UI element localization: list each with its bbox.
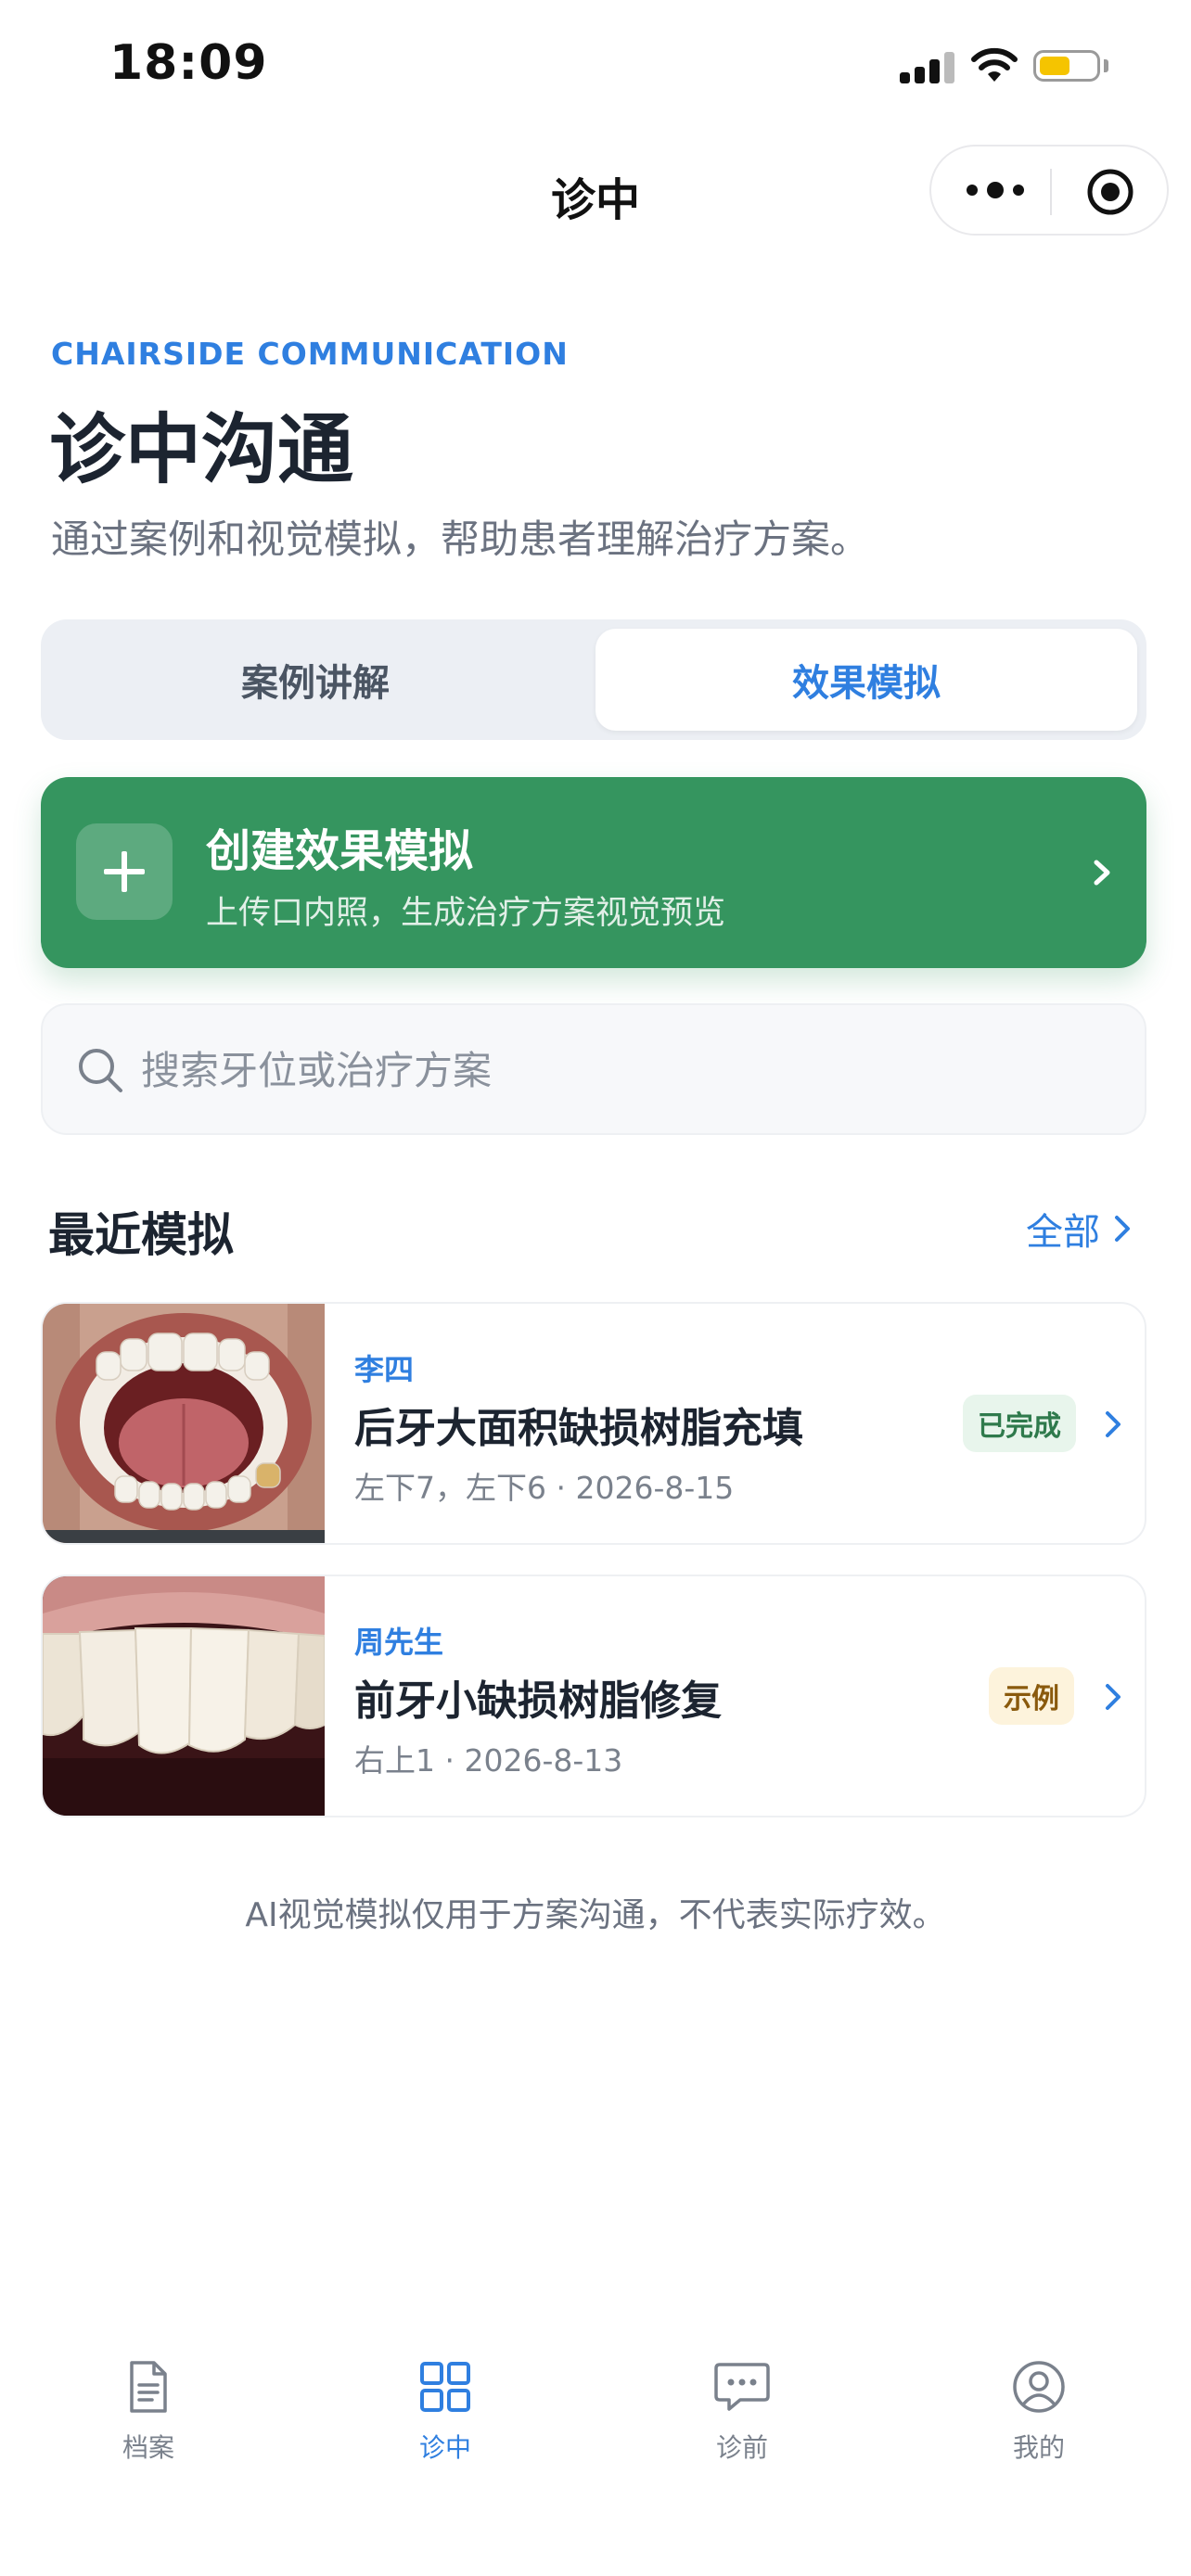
wifi-icon bbox=[971, 47, 1018, 82]
search-icon bbox=[79, 1049, 122, 1092]
see-all-link[interactable]: 全部 bbox=[1026, 1202, 1133, 1256]
status-time: 18:09 bbox=[109, 35, 268, 91]
bottom-tab-bar: 档案 诊中 诊前 我的 bbox=[0, 2327, 1191, 2576]
simulation-list-item[interactable]: 周先生 前牙小缺损树脂修复 右上1 · 2026-8-13 示例 bbox=[41, 1575, 1146, 1817]
search-input[interactable] bbox=[141, 1033, 1106, 1107]
create-simulation-title: 创建效果模拟 bbox=[206, 825, 474, 877]
tab-pre-visit[interactable]: 诊前 bbox=[649, 2359, 835, 2465]
chevron-right-icon bbox=[1115, 1216, 1130, 1242]
tab-effect-simulation[interactable]: 效果模拟 bbox=[596, 629, 1137, 731]
user-icon bbox=[1013, 2361, 1065, 2413]
page-title: 诊中沟通 bbox=[49, 406, 354, 494]
battery-level bbox=[1040, 57, 1069, 75]
document-icon bbox=[130, 2361, 167, 2413]
eyebrow-label: CHAIRSIDE COMMUNICATION bbox=[51, 336, 569, 372]
page-subtitle: 通过案例和视觉模拟，帮助患者理解治疗方案。 bbox=[51, 516, 870, 562]
simulation-title: 后牙大面积缺损树脂充填 bbox=[354, 1405, 803, 1452]
chevron-right-icon bbox=[1106, 1411, 1121, 1437]
capsule-divider bbox=[1050, 169, 1052, 215]
simulation-title: 前牙小缺损树脂修复 bbox=[354, 1677, 722, 1725]
disclaimer-text: AI视觉模拟仅用于方案沟通，不代表实际疗效。 bbox=[245, 1896, 946, 1934]
battery-icon bbox=[1033, 50, 1100, 82]
segmented-control: 案例讲解 效果模拟 bbox=[41, 619, 1146, 740]
open-mouth-photo-thumbnail bbox=[43, 1304, 325, 1543]
simulation-meta: 右上1 · 2026-8-13 bbox=[354, 1742, 623, 1779]
simulation-meta: 左下7，左下6 · 2026-8-15 bbox=[354, 1470, 735, 1506]
tab-case-explanation[interactable]: 案例讲解 bbox=[50, 629, 581, 731]
status-bar: 18:09 bbox=[0, 0, 1191, 130]
tab-label: 诊前 bbox=[715, 2432, 768, 2463]
search-bar bbox=[41, 1003, 1146, 1135]
plus-icon bbox=[76, 823, 173, 920]
grid-icon bbox=[420, 2362, 470, 2412]
more-icon[interactable] bbox=[967, 176, 1024, 204]
tab-label: 档案 bbox=[122, 2432, 174, 2463]
front-teeth-photo-thumbnail bbox=[43, 1576, 325, 1816]
create-simulation-card[interactable]: 创建效果模拟 上传口内照，生成治疗方案视觉预览 bbox=[41, 777, 1146, 968]
close-target-icon[interactable] bbox=[1085, 167, 1135, 217]
tab-label: 诊中 bbox=[418, 2432, 471, 2463]
cellular-signal-icon bbox=[900, 52, 954, 83]
simulation-list-item[interactable]: 李四 后牙大面积缺损树脂充填 左下7，左下6 · 2026-8-15 已完成 bbox=[41, 1302, 1146, 1545]
tab-label: 我的 bbox=[1012, 2432, 1065, 2463]
patient-name: 周先生 bbox=[354, 1625, 444, 1660]
tab-chairside[interactable]: 诊中 bbox=[352, 2359, 538, 2465]
chevron-right-icon bbox=[1094, 860, 1110, 886]
chat-icon bbox=[714, 2363, 770, 2411]
chevron-right-icon bbox=[1106, 1684, 1121, 1710]
recent-simulations-title: 最近模拟 bbox=[48, 1208, 234, 1262]
see-all-label: 全部 bbox=[1026, 1211, 1100, 1254]
status-badge: 已完成 bbox=[963, 1395, 1076, 1452]
tab-profile[interactable]: 我的 bbox=[946, 2359, 1132, 2465]
tab-records[interactable]: 档案 bbox=[56, 2359, 241, 2465]
battery-cap bbox=[1104, 59, 1108, 72]
status-badge: 示例 bbox=[989, 1667, 1074, 1725]
mini-program-capsule bbox=[929, 145, 1169, 236]
create-simulation-description: 上传口内照，生成治疗方案视觉预览 bbox=[206, 895, 726, 932]
patient-name: 李四 bbox=[354, 1352, 415, 1387]
